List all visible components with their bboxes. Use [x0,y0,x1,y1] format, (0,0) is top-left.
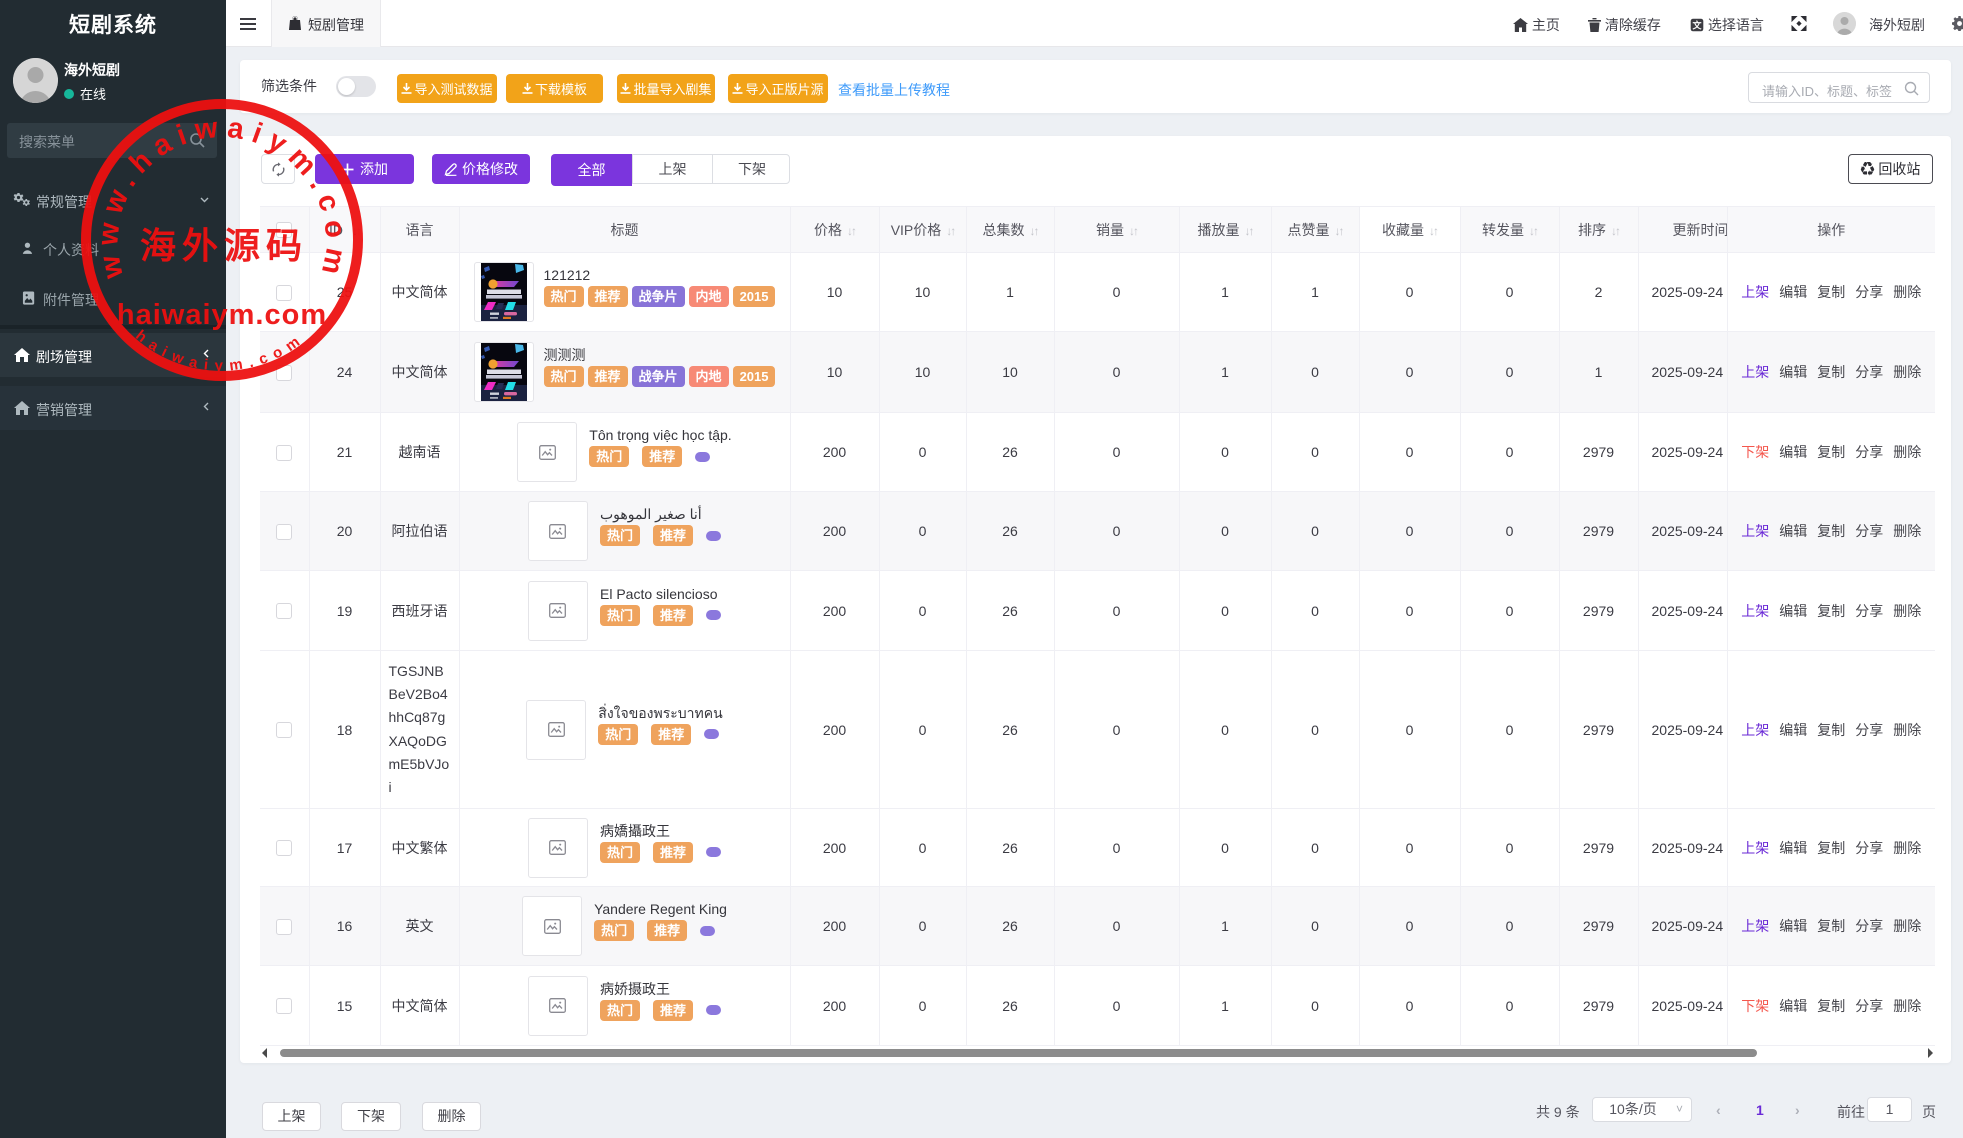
svg-text:文: 文 [1691,20,1702,31]
